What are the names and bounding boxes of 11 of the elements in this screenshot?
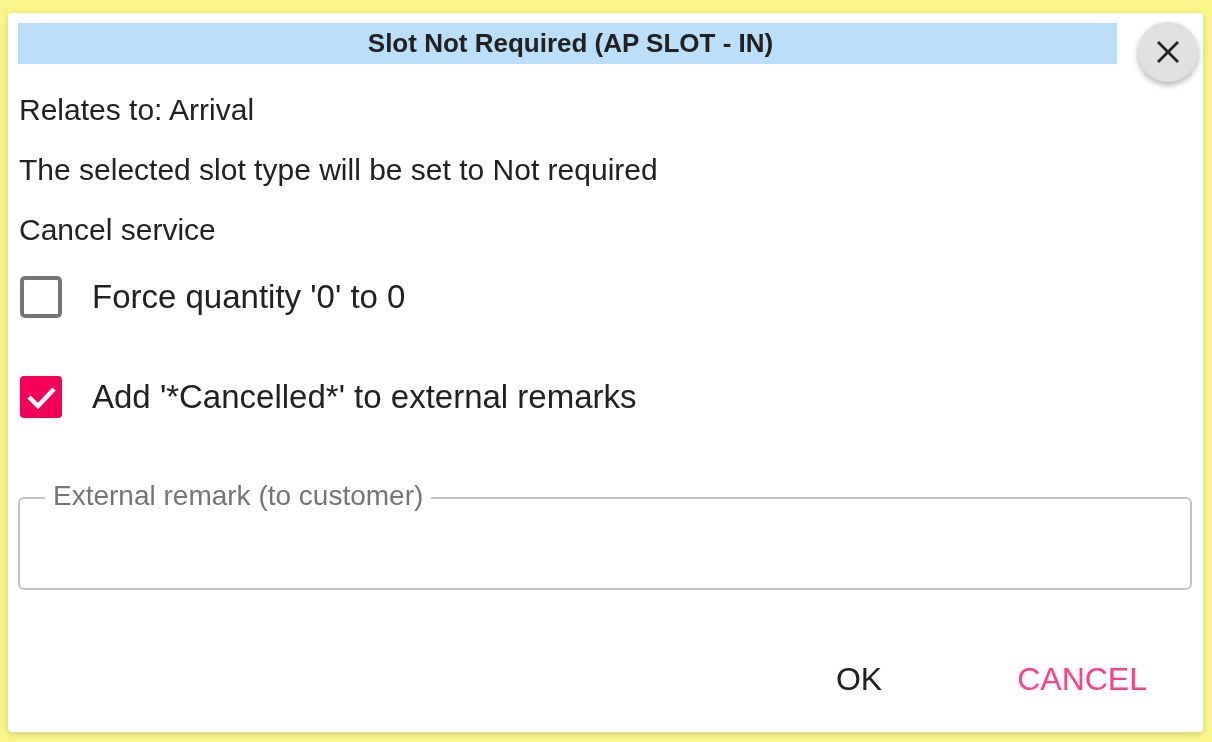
ok-button[interactable]: OK [813,651,905,707]
info-text: The selected slot type will be set to Not required [18,152,659,188]
checkbox-label[interactable]: Add '*Cancelled*' to external remarks [92,377,637,417]
checkbox[interactable] [20,276,62,318]
info-text: Relates to: Arrival [18,92,256,128]
checkbox[interactable] [20,376,62,418]
info-text: Cancel service [18,212,217,248]
close-button[interactable] [1138,22,1198,82]
dialog-title: Slot Not Required (AP SLOT - IN) [18,23,1117,64]
checkbox-label[interactable]: Force quantity '0' to 0 [92,277,406,317]
close-icon [1156,40,1180,64]
